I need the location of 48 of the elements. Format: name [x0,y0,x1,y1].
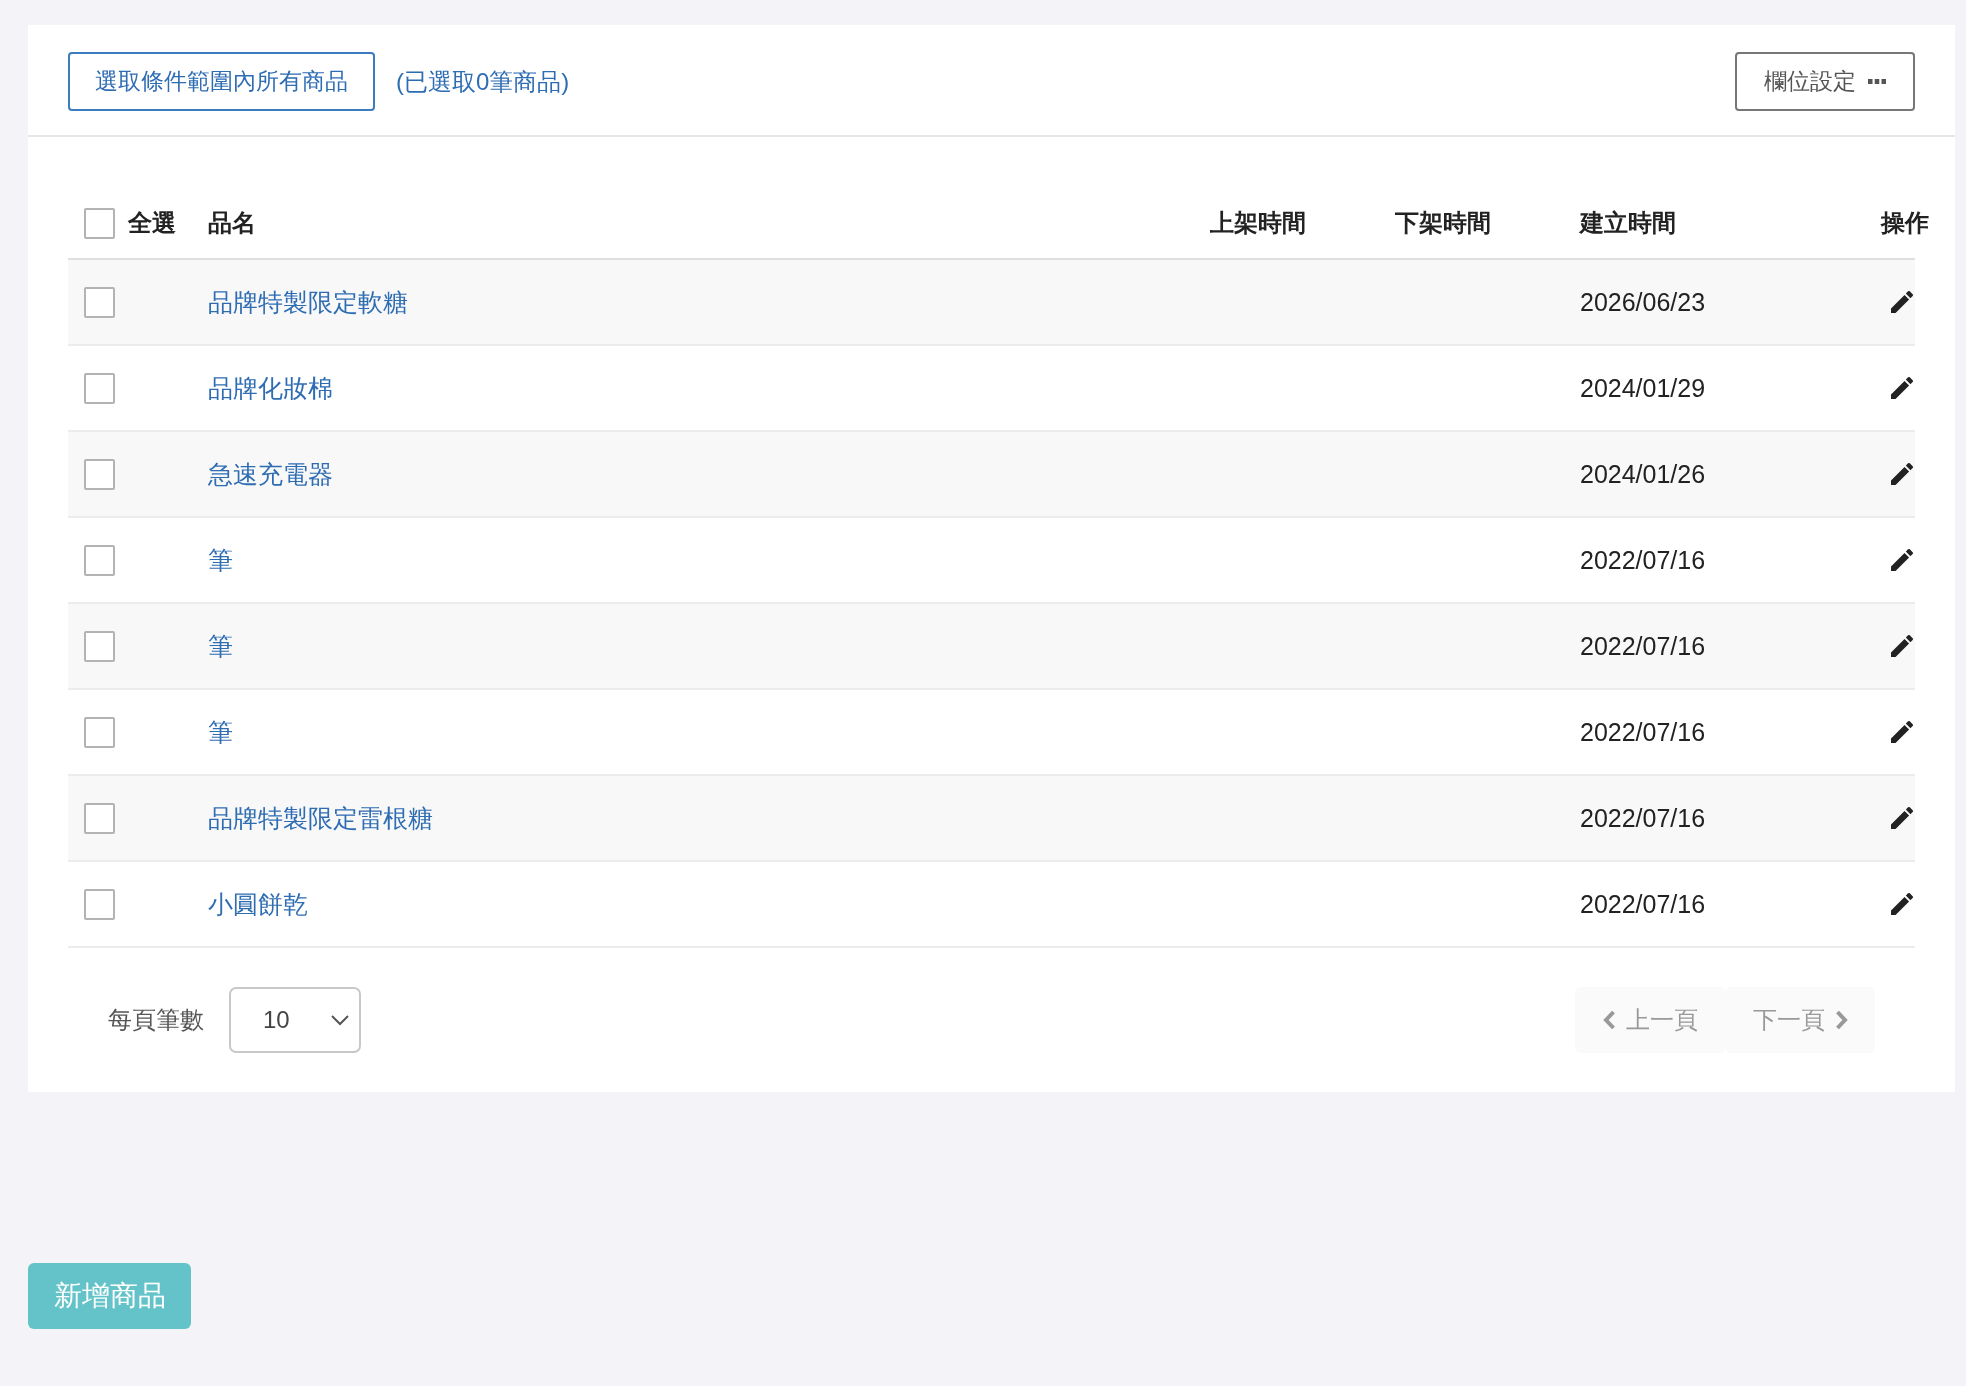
created-date: 2022/07/16 [1580,803,1706,833]
row-checkbox[interactable] [84,630,115,662]
column-header: 上架時間 [1210,209,1306,236]
created-date: 2022/07/16 [1580,545,1706,575]
row-checkbox[interactable] [84,544,115,576]
product-name-link[interactable]: 筆 [208,543,233,577]
product-name-link[interactable]: 小圓餅乾 [208,887,308,921]
page-size-label: 每頁筆數 [108,1005,204,1035]
product-name-link[interactable]: 品牌特製限定軟糖 [208,285,408,319]
select-all-checkbox[interactable] [84,207,115,239]
pencil-icon[interactable] [1891,291,1913,313]
column-header: 操作 [1881,209,1929,236]
product-name-link[interactable]: 品牌特製限定雷根糖 [208,801,433,835]
select-all-label[interactable]: 全選 [128,207,176,239]
row-checkbox[interactable] [84,458,115,490]
chevron-right-icon [1834,1010,1848,1030]
row-checkbox[interactable] [84,802,115,834]
row-checkbox[interactable] [84,716,115,748]
row-checkbox[interactable] [84,888,115,920]
row-checkbox[interactable] [84,372,115,404]
pencil-icon[interactable] [1891,377,1913,399]
product-name-link[interactable]: 品牌化妝棉 [208,371,333,405]
created-date: 2022/07/16 [1580,631,1706,661]
chevron-left-icon [1602,1010,1616,1030]
pencil-icon[interactable] [1891,463,1913,485]
selected-count: (已選取0筆商品) [396,66,570,97]
pencil-icon[interactable] [1891,549,1913,571]
pencil-icon[interactable] [1891,893,1913,915]
created-date: 2022/07/16 [1580,889,1706,919]
chevron-down-icon [331,1014,349,1026]
created-date: 2026/06/23 [1580,287,1706,317]
select-all-in-range-button[interactable]: 選取條件範圍內所有商品 [68,52,375,111]
created-date: 2024/01/29 [1580,373,1706,403]
pencil-icon[interactable] [1891,635,1913,657]
column-settings-button[interactable]: 欄位設定 [1735,52,1915,111]
page-size-select[interactable]: 10 [229,987,361,1053]
ellipsis-icon [1868,79,1886,84]
product-name-link[interactable]: 急速充電器 [208,457,333,491]
product-name-link[interactable]: 筆 [208,629,233,663]
created-date: 2022/07/16 [1580,717,1706,747]
column-header: 建立時間 [1580,209,1676,236]
pencil-icon[interactable] [1891,807,1913,829]
created-date: 2024/01/26 [1580,459,1706,489]
column-header: 品名 [208,209,256,236]
pencil-icon[interactable] [1891,721,1913,743]
product-name-link[interactable]: 筆 [208,715,233,749]
row-checkbox[interactable] [84,286,115,318]
column-header: 下架時間 [1395,209,1491,236]
